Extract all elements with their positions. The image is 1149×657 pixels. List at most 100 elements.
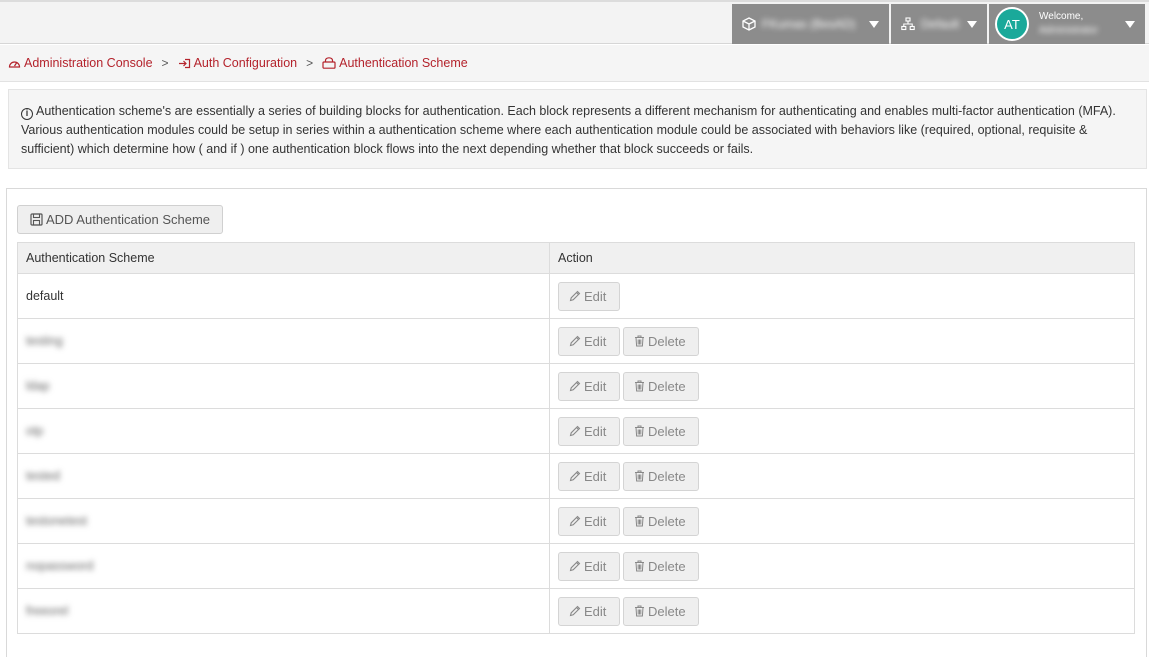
delete-button[interactable]: Delete (623, 596, 699, 626)
table-row: testing Edit Delete (17, 318, 1135, 364)
edit-button[interactable]: Edit (558, 416, 620, 446)
lock-icon (322, 57, 336, 69)
breadcrumb: Administration Console > Auth Configurat… (0, 45, 1149, 82)
user-menu[interactable]: AT Welcome, Administrator (989, 4, 1145, 44)
action-cell: Edit Delete (549, 363, 1135, 409)
pencil-icon (569, 560, 581, 572)
sign-in-icon (178, 58, 190, 68)
scheme-name[interactable]: otp (26, 424, 43, 438)
welcome-block: Welcome, Administrator (1039, 10, 1098, 38)
pencil-icon (569, 380, 581, 392)
info-text: Authentication scheme's are essentially … (21, 104, 1116, 156)
action-cell: Edit (549, 273, 1135, 319)
trash-icon (635, 560, 644, 572)
delete-button[interactable]: Delete (623, 506, 699, 536)
breadcrumb-label: Auth Configuration (193, 56, 298, 70)
edit-button[interactable]: Edit (558, 506, 620, 536)
app-selector[interactable]: FKumas (BesAD) (732, 4, 889, 44)
delete-button[interactable]: Delete (623, 461, 699, 491)
edit-button[interactable]: Edit (558, 371, 620, 401)
scheme-name-cell: testing (17, 318, 550, 364)
action-cell: Edit Delete (549, 318, 1135, 364)
edit-label: Edit (584, 558, 607, 574)
column-header-scheme: Authentication Scheme (17, 242, 550, 274)
chevron-down-icon (869, 20, 879, 28)
environment-selector[interactable]: Default (891, 4, 987, 44)
trash-icon (635, 470, 644, 482)
scheme-name[interactable]: testonetest (26, 514, 87, 528)
breadcrumb-administration-console[interactable]: Administration Console (8, 56, 153, 70)
scheme-name-cell: testonetest (17, 498, 550, 544)
breadcrumb-separator-icon: > (161, 56, 169, 70)
avatar: AT (995, 7, 1029, 41)
add-button-label: ADD Authentication Scheme (45, 212, 211, 227)
breadcrumb-auth-configuration[interactable]: Auth Configuration (178, 56, 298, 70)
delete-button[interactable]: Delete (623, 326, 699, 356)
action-cell: Edit Delete (549, 588, 1135, 634)
welcome-text: Welcome, (1039, 11, 1084, 22)
chevron-down-icon (1125, 20, 1135, 28)
cube-icon (742, 17, 756, 31)
delete-label: Delete (648, 423, 686, 439)
scheme-name-cell: ldap (17, 363, 550, 409)
pencil-icon (569, 605, 581, 617)
table-row: nopassword Edit Delete (17, 543, 1135, 589)
trash-icon (635, 515, 644, 527)
edit-button[interactable]: Edit (558, 461, 620, 491)
delete-label: Delete (648, 558, 686, 574)
delete-button[interactable]: Delete (623, 371, 699, 401)
trash-icon (635, 605, 644, 617)
delete-label: Delete (648, 333, 686, 349)
edit-label: Edit (584, 603, 607, 619)
trash-icon (635, 380, 644, 392)
scheme-name-cell: otp (17, 408, 550, 454)
edit-button[interactable]: Edit (558, 596, 620, 626)
edit-label: Edit (584, 513, 607, 529)
edit-label: Edit (584, 333, 607, 349)
edit-button[interactable]: Edit (558, 551, 620, 581)
dashboard-icon (8, 60, 21, 68)
table-row: otp Edit Delete (17, 408, 1135, 454)
pencil-icon (569, 425, 581, 437)
scheme-name[interactable]: testing (26, 334, 63, 348)
add-authentication-scheme-button[interactable]: ADD Authentication Scheme (17, 205, 223, 234)
scheme-name-cell: freeorel (17, 588, 550, 634)
scheme-name[interactable]: nopassword (26, 559, 93, 573)
edit-label: Edit (584, 423, 607, 439)
pencil-icon (569, 335, 581, 347)
user-name: Administrator (1039, 25, 1098, 36)
environment-name: Default (921, 17, 960, 31)
breadcrumb-label: Administration Console (24, 56, 153, 70)
edit-label: Edit (584, 288, 607, 304)
edit-label: Edit (584, 378, 607, 394)
scheme-name[interactable]: ldap (26, 379, 50, 393)
delete-button[interactable]: Delete (623, 416, 699, 446)
scheme-name-cell: tested (17, 453, 550, 499)
table-row: default Edit (17, 273, 1135, 319)
scheme-name-cell: nopassword (17, 543, 550, 589)
scheme-name[interactable]: freeorel (26, 604, 68, 618)
action-cell: Edit Delete (549, 498, 1135, 544)
top-bar: FKumas (BesAD) Default AT Welcome, Admin… (0, 0, 1149, 44)
breadcrumb-separator-icon: > (306, 56, 314, 70)
info-icon: i (21, 108, 33, 120)
content-panel: ADD Authentication Scheme Authentication… (6, 188, 1147, 657)
pencil-icon (569, 515, 581, 527)
info-box: i Authentication scheme's are essentially… (8, 89, 1147, 169)
delete-label: Delete (648, 378, 686, 394)
trash-icon (635, 335, 644, 347)
table-row: testonetest Edit Delete (17, 498, 1135, 544)
edit-button[interactable]: Edit (558, 281, 620, 311)
save-icon (30, 213, 43, 226)
edit-button[interactable]: Edit (558, 326, 620, 356)
breadcrumb-label: Authentication Scheme (339, 56, 468, 70)
pencil-icon (569, 290, 581, 302)
delete-label: Delete (648, 603, 686, 619)
action-cell: Edit Delete (549, 543, 1135, 589)
action-cell: Edit Delete (549, 453, 1135, 499)
trash-icon (635, 425, 644, 437)
delete-button[interactable]: Delete (623, 551, 699, 581)
scheme-name[interactable]: tested (26, 469, 60, 483)
scheme-name[interactable]: default (26, 289, 64, 303)
edit-label: Edit (584, 468, 607, 484)
